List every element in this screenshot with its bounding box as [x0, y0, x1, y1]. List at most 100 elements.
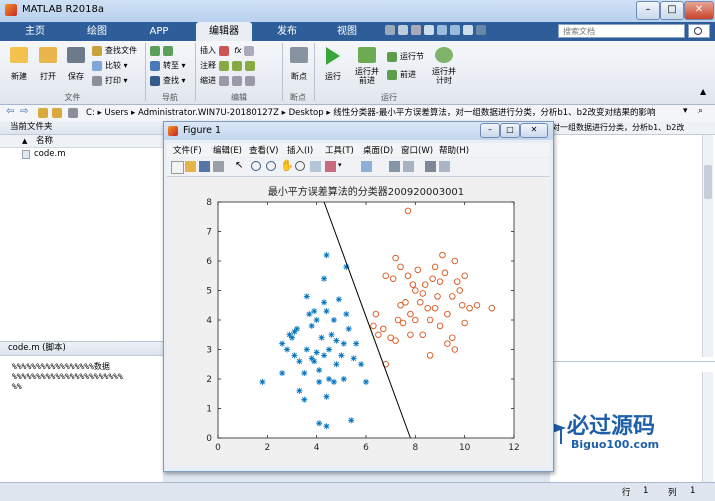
tab-editor[interactable]: 编辑器 [196, 22, 252, 41]
path-dropdown-icon[interactable]: ▾ [683, 106, 688, 116]
save-icon[interactable] [385, 25, 395, 35]
smart-indent-icon [218, 75, 229, 86]
menu-edit[interactable]: 编辑(E) [213, 144, 242, 156]
scatter-chart[interactable]: 最小平方误差算法的分类器2009200030010 2 4 6 8 10 120123456… [167, 177, 550, 467]
close-button[interactable]: ✕ [684, 1, 714, 20]
class1-star-point [313, 349, 320, 356]
pointer-icon[interactable]: ↖ [235, 160, 243, 171]
run-and-advance-button[interactable]: 运行并 前进 [350, 45, 384, 91]
menu-window[interactable]: 窗口(W) [401, 144, 433, 156]
sort-arrow-icon[interactable]: ▲ [22, 135, 27, 147]
path-segment[interactable]: Users [104, 108, 128, 118]
advance-button[interactable]: 前进 [387, 69, 431, 81]
breakpoint-label: 断点 [291, 72, 307, 81]
path-segment[interactable]: 线性分类器-最小平方误差算法，对一组数据进行分类，分析b1、b2改变对结果的影响 [333, 108, 655, 118]
run-and-time-button[interactable]: 运行并 计时 [428, 45, 460, 91]
figure-minimize-button[interactable]: – [480, 123, 500, 138]
goto-button[interactable]: 转至 ▾ [150, 60, 194, 72]
compare-label: 比较 [105, 61, 121, 70]
figure-toolbar: ↖ ✋ ▾ [167, 158, 550, 177]
new-button[interactable]: 新建 [4, 45, 34, 89]
files-column-header[interactable]: ▲ 名称 [0, 135, 163, 148]
x-tick-label: 6 [363, 443, 369, 453]
run-button[interactable]: 运行 [318, 45, 348, 89]
figure-title-bar[interactable]: Figure 1 – □ ✕ [164, 122, 553, 140]
menu-view[interactable]: 查看(V) [249, 144, 278, 156]
compare-button[interactable]: 比较 ▾ [92, 60, 152, 72]
data-cursor-icon[interactable] [310, 161, 321, 172]
up-folder-icon[interactable] [38, 108, 48, 118]
breakpoints-button[interactable]: 断点 [285, 45, 313, 89]
nav-arrows[interactable] [150, 45, 194, 57]
figure-maximize-button[interactable]: □ [500, 123, 520, 138]
menu-insert[interactable]: 插入(I) [287, 144, 313, 156]
zoom-in-icon[interactable] [251, 161, 261, 171]
print-button[interactable]: 打印 ▾ [92, 75, 152, 87]
collapse-ribbon-icon[interactable]: ▲ [700, 87, 706, 96]
editor-tab-title[interactable]: 对一组数据进行分类，分析b1、b2改 [550, 121, 715, 135]
open-file-icon[interactable] [185, 161, 196, 172]
search-button[interactable] [688, 24, 710, 38]
breakpoint-icon [290, 47, 308, 63]
legend-icon[interactable] [403, 161, 414, 172]
find-files-label: 查找文件 [105, 46, 137, 55]
menu-file[interactable]: 文件(F) [173, 144, 202, 156]
link-plot-icon[interactable] [361, 161, 372, 172]
path-search-icon[interactable]: ⌕ [698, 106, 703, 116]
tab-plots[interactable]: 绘图 [72, 22, 122, 41]
menu-desktop[interactable]: 桌面(D) [363, 144, 393, 156]
pan-icon[interactable]: ✋ [280, 159, 294, 172]
cut-icon[interactable] [398, 25, 408, 35]
editor-scrollbar[interactable] [702, 135, 713, 357]
help-icon[interactable] [476, 25, 486, 35]
y-tick-label: 4 [206, 316, 212, 326]
current-folder-panel: 当前文件夹 ▲ 名称 code.m [0, 121, 164, 341]
show-plot-tools-icon[interactable] [439, 161, 450, 172]
find-button[interactable]: 查找 ▾ [150, 75, 194, 87]
code-line: %%%%%%%%%%%%%%%%%%%%%%% [12, 372, 123, 381]
hide-plot-tools-icon[interactable] [425, 161, 436, 172]
colorbar-icon[interactable] [389, 161, 400, 172]
open-button[interactable]: 打开 [33, 45, 63, 89]
run-section-button[interactable]: 运行节 [387, 51, 431, 63]
scrollbar-thumb[interactable] [704, 165, 712, 199]
search-docs-input[interactable]: 搜索文档 [558, 24, 685, 38]
command-scrollbar[interactable] [702, 372, 713, 482]
maximize-button[interactable]: □ [660, 1, 684, 20]
insert-button[interactable]: 插入 fx [200, 45, 280, 57]
switch-window-icon[interactable] [463, 25, 473, 35]
figure-close-button[interactable]: ✕ [520, 123, 548, 138]
find-files-button[interactable]: 查找文件 [92, 45, 152, 57]
print-figure-icon[interactable] [213, 161, 224, 172]
paste-icon[interactable] [424, 25, 434, 35]
zoom-out-icon[interactable] [266, 161, 276, 171]
path-segment[interactable]: C: [86, 108, 95, 118]
menu-help[interactable]: 帮助(H) [439, 144, 469, 156]
browse-folder-icon[interactable] [52, 108, 62, 118]
forward-arrow-icon[interactable]: ⇨ [20, 106, 28, 117]
tab-publish[interactable]: 发布 [262, 22, 312, 41]
back-arrow-icon[interactable]: ⇦ [6, 106, 14, 117]
redo-icon[interactable] [450, 25, 460, 35]
undo-icon[interactable] [437, 25, 447, 35]
save-figure-icon[interactable] [199, 161, 210, 172]
copy-icon[interactable] [411, 25, 421, 35]
menu-tools[interactable]: 工具(T) [325, 144, 354, 156]
class1-star-point [323, 252, 330, 259]
path-segment[interactable]: Administrator.WIN7U-20180127Z [138, 108, 279, 118]
file-row[interactable]: code.m [0, 148, 163, 161]
rotate-3d-icon[interactable] [295, 161, 305, 171]
tab-apps[interactable]: APP [134, 22, 184, 41]
class1-star-point [316, 378, 323, 385]
tab-view[interactable]: 视图 [322, 22, 372, 41]
path-segment[interactable]: Desktop [289, 108, 324, 118]
tab-home[interactable]: 主页 [10, 22, 60, 41]
indent-button[interactable]: 缩进 [200, 75, 280, 87]
brush-dropdown-icon[interactable]: ▾ [338, 161, 342, 169]
brush-icon[interactable] [325, 161, 336, 172]
new-figure-icon[interactable] [171, 161, 184, 174]
current-path[interactable]: C: ▸ Users ▸ Administrator.WIN7U-2018012… [86, 106, 655, 118]
comment-button[interactable]: 注释 [200, 60, 280, 72]
minimize-button[interactable]: – [636, 1, 660, 20]
save-button[interactable]: 保存 [61, 45, 91, 89]
